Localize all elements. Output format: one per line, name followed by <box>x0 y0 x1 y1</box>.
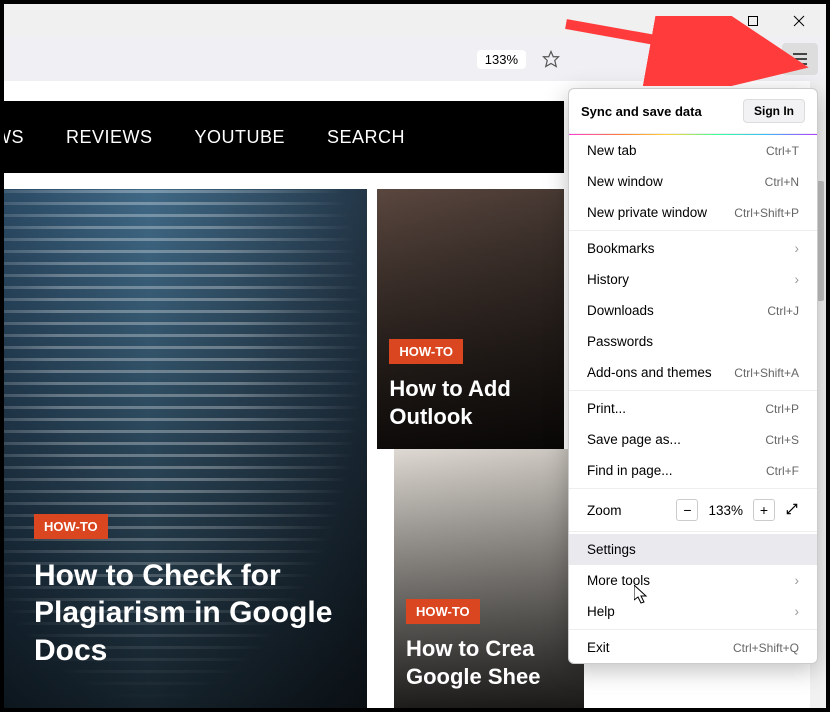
menu-sync-label: Sync and save data <box>581 104 702 119</box>
category-badge: HOW-TO <box>34 514 108 539</box>
nav-item[interactable]: REVIEWS <box>66 127 153 148</box>
chevron-right-icon: › <box>795 604 800 619</box>
nav-item[interactable]: YOUTUBE <box>195 127 286 148</box>
zoom-value: 133% <box>708 503 743 518</box>
bookmark-star-icon[interactable] <box>538 46 564 72</box>
article-card[interactable]: HOW-TO How to Add Outlook <box>377 189 564 449</box>
category-badge: HOW-TO <box>389 339 463 364</box>
category-badge: HOW-TO <box>406 599 480 624</box>
window-titlebar <box>4 4 826 37</box>
menu-passwords[interactable]: Passwords <box>569 326 817 357</box>
menu-new-window[interactable]: New windowCtrl+N <box>569 166 817 197</box>
window-close-button[interactable] <box>776 6 822 36</box>
chevron-right-icon: › <box>795 573 800 588</box>
menu-exit[interactable]: ExitCtrl+Shift+Q <box>569 632 817 663</box>
window-maximize-button[interactable] <box>730 6 776 36</box>
menu-help[interactable]: Help› <box>569 596 817 627</box>
menu-find[interactable]: Find in page...Ctrl+F <box>569 455 817 486</box>
zoom-indicator[interactable]: 133% <box>477 50 526 69</box>
article-card[interactable]: HOW-TO How to Crea Google Shee <box>394 449 584 708</box>
chevron-right-icon: › <box>795 272 800 287</box>
menu-downloads[interactable]: DownloadsCtrl+J <box>569 295 817 326</box>
nav-item[interactable]: SEARCH <box>327 127 405 148</box>
article-card[interactable]: HOW-TO How to Check for Plagiarism in Go… <box>4 189 367 708</box>
menu-save-page[interactable]: Save page as...Ctrl+S <box>569 424 817 455</box>
article-title: How to Crea Google Shee <box>406 635 566 690</box>
menu-zoom-row: Zoom − 133% + <box>569 491 817 529</box>
zoom-in-button[interactable]: + <box>753 499 775 521</box>
mouse-cursor-icon <box>634 585 650 605</box>
menu-history[interactable]: History› <box>569 264 817 295</box>
menu-print[interactable]: Print...Ctrl+P <box>569 393 817 424</box>
pocket-icon[interactable] <box>668 46 694 72</box>
menu-settings[interactable]: Settings <box>569 534 817 565</box>
extension-icon[interactable] <box>706 46 732 72</box>
menu-addons[interactable]: Add-ons and themesCtrl+Shift+A <box>569 357 817 388</box>
article-title: How to Check for Plagiarism in Google Do… <box>34 557 344 670</box>
menu-zoom-label: Zoom <box>587 503 622 518</box>
account-icon[interactable] <box>744 46 770 72</box>
menu-bookmarks[interactable]: Bookmarks› <box>569 233 817 264</box>
chevron-right-icon: › <box>795 241 800 256</box>
site-nav: WS REVIEWS YOUTUBE SEARCH <box>4 101 564 173</box>
browser-toolbar: 133% <box>4 37 826 81</box>
app-menu-button[interactable] <box>782 43 818 75</box>
menu-new-private-window[interactable]: New private windowCtrl+Shift+P <box>569 197 817 228</box>
hamburger-icon <box>792 52 808 66</box>
menu-new-tab[interactable]: New tabCtrl+T <box>569 135 817 166</box>
article-title: How to Add Outlook <box>389 375 549 430</box>
nav-item[interactable]: WS <box>4 127 24 148</box>
sign-in-button[interactable]: Sign In <box>743 99 805 123</box>
app-menu-dropdown: Sync and save data Sign In New tabCtrl+T… <box>568 88 818 664</box>
fullscreen-icon[interactable] <box>785 502 799 519</box>
menu-more-tools[interactable]: More tools› <box>569 565 817 596</box>
zoom-out-button[interactable]: − <box>676 499 698 521</box>
window-minimize-button[interactable] <box>684 6 730 36</box>
